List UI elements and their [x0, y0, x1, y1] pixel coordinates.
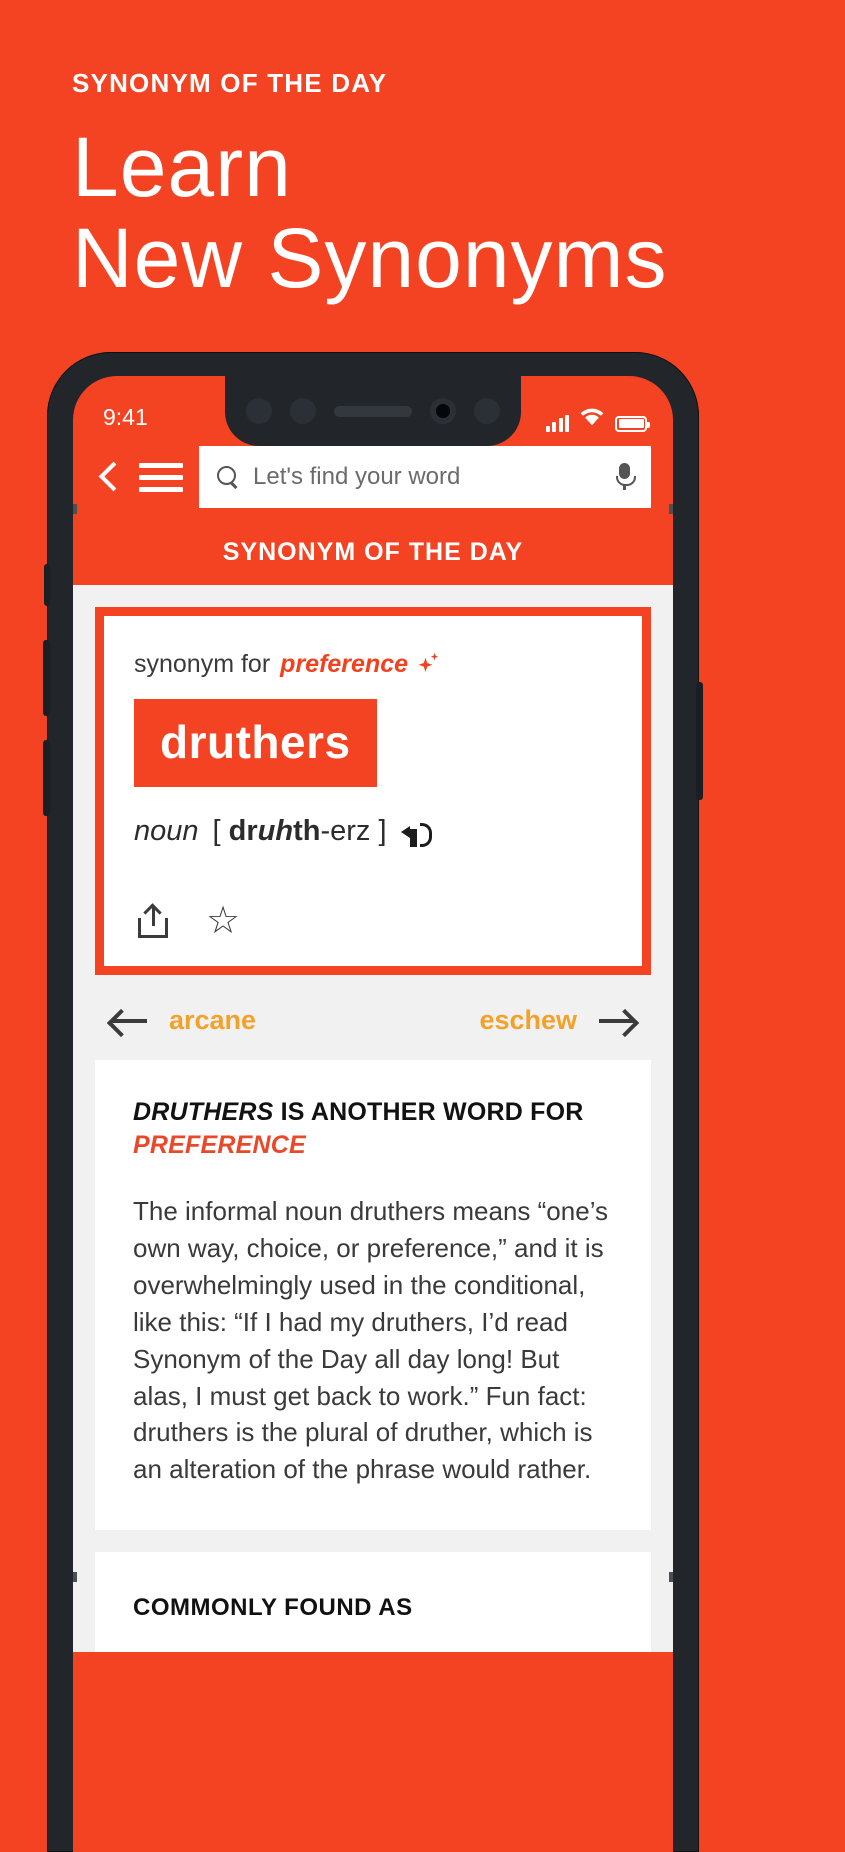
part-of-speech: noun: [134, 815, 199, 847]
commonly-found-as-section: COMMONLY FOUND AS: [95, 1552, 651, 1653]
cellular-signal-icon: [545, 414, 569, 432]
speaker-icon[interactable]: [400, 819, 432, 847]
word-of-the-day: druthers: [134, 699, 377, 787]
antenna-line-right-lower: [669, 1572, 673, 1582]
previous-word-link[interactable]: arcane: [109, 1005, 256, 1036]
battery-full-icon: [615, 415, 650, 432]
definition-heading-mid: IS ANOTHER WORD FOR: [273, 1098, 584, 1126]
chevron-left-icon[interactable]: [95, 457, 123, 497]
promo-title-line-2: New Synonyms: [72, 210, 668, 305]
promo-header: SYNONYM OF THE DAY Learn New Synonyms: [0, 0, 845, 303]
search-icon: [217, 466, 239, 488]
promo-kicker: SYNONYM OF THE DAY: [72, 68, 388, 98]
wifi-icon: [579, 405, 605, 432]
app-subtitle: SYNONYM OF THE DAY: [222, 538, 524, 566]
sparkle-icon: [418, 651, 440, 678]
definition-heading: DRUTHERS IS ANOTHER WORD FOR PREFERENCE: [133, 1096, 613, 1161]
definition-heading-target: PREFERENCE: [133, 1130, 306, 1159]
power-button[interactable]: [696, 682, 703, 800]
synonym-for-word[interactable]: preference: [280, 650, 408, 679]
word-navigation: arcane eschew: [95, 975, 651, 1060]
screen-content: synonym for preference druthers noun [d…: [73, 585, 673, 1653]
microphone-icon[interactable]: [615, 463, 636, 491]
mute-switch[interactable]: [44, 564, 50, 606]
arrow-left-icon: [109, 1008, 149, 1034]
arrow-right-icon: [597, 1008, 637, 1034]
definition-heading-word: DRUTHERS: [133, 1098, 274, 1126]
promo-title-line-1: Learn: [72, 120, 292, 214]
next-word-link[interactable]: eschew: [479, 1005, 637, 1036]
pronunciation-line: noun [ druhth-erz ]: [134, 815, 612, 848]
volume-up-button[interactable]: [43, 640, 50, 716]
antenna-line-right: [669, 504, 673, 514]
card-actions: ☆: [134, 902, 612, 940]
phone-mockup: 9:41 Let's find your word SYNONYM OF THE…: [43, 352, 703, 1852]
search-box[interactable]: [199, 446, 651, 508]
app-header: SYNONYM OF THE DAY: [73, 446, 673, 585]
antenna-line-left-lower: [73, 1572, 77, 1582]
definition-body: The informal noun druthers means “one’s …: [133, 1196, 608, 1485]
antenna-line-left: [73, 504, 77, 514]
search-input[interactable]: [253, 463, 601, 491]
pron-middle: th: [293, 815, 321, 847]
promo-title: Learn New Synonyms: [72, 122, 845, 303]
pronunciation-text: [ druhth-erz ]: [213, 815, 387, 848]
next-word-label: eschew: [479, 1005, 577, 1035]
pron-stressed-syllable: uh: [257, 815, 294, 847]
pron-suffix: -erz: [320, 815, 371, 847]
definition-card: DRUTHERS IS ANOTHER WORD FOR PREFERENCE …: [95, 1060, 651, 1531]
previous-word-label: arcane: [169, 1005, 257, 1035]
synonym-for-label: synonym for: [134, 650, 271, 678]
pron-prefix: dr: [228, 815, 258, 847]
hamburger-menu-icon[interactable]: [139, 462, 183, 492]
star-outline-icon[interactable]: ☆: [206, 902, 240, 940]
synonym-for-line: synonym for preference: [134, 650, 612, 679]
status-icons: [545, 405, 650, 432]
search-row: [95, 446, 651, 508]
word-of-the-day-card: synonym for preference druthers noun [d…: [95, 607, 651, 975]
status-time: 9:41: [103, 403, 148, 430]
bracket-open: [: [212, 815, 221, 847]
bracket-close: ]: [378, 815, 387, 847]
status-bar: 9:41: [73, 376, 673, 446]
volume-down-button[interactable]: [43, 740, 50, 816]
commonly-found-as-title: COMMONLY FOUND AS: [133, 1594, 413, 1622]
phone-screen: 9:41 Let's find your word SYNONYM OF THE…: [73, 376, 673, 1852]
share-icon[interactable]: [138, 904, 168, 938]
